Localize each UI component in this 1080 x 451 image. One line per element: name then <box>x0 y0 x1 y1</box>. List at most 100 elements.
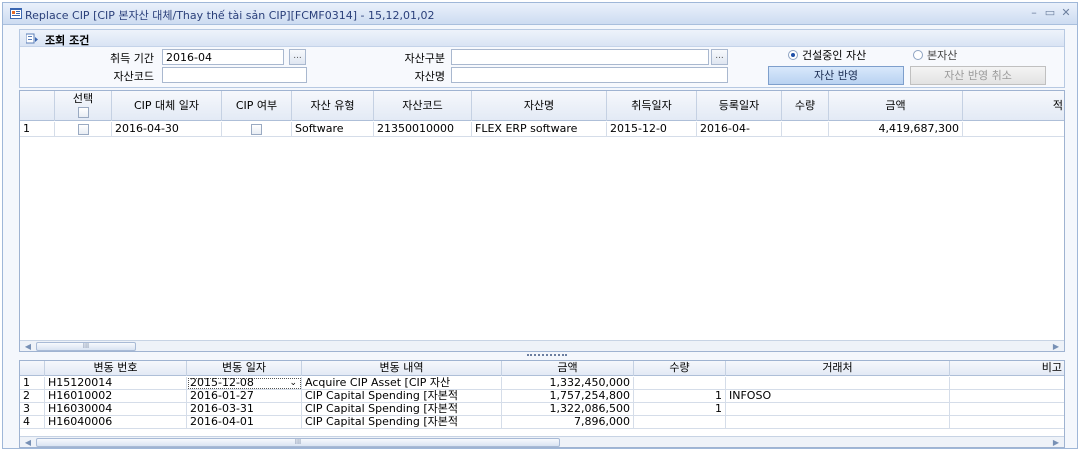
vendor-header[interactable]: 거래처 <box>726 361 950 376</box>
change-date-cell[interactable]: 2016-04-01 <box>187 416 302 429</box>
amount-cell[interactable]: 4,419,687,300 <box>829 122 963 137</box>
note-header[interactable]: 비고 <box>950 361 1064 376</box>
asset-type-field[interactable] <box>451 49 709 65</box>
change-no-cell[interactable]: H16010002 <box>45 390 187 403</box>
amount-header[interactable]: 금액 <box>829 91 963 121</box>
change-desc-cell[interactable]: CIP Capital Spending [자본적 <box>302 390 502 403</box>
close-button[interactable]: ✕ <box>1059 6 1073 20</box>
row-number: 4 <box>20 416 45 429</box>
scroll-left-icon[interactable]: ◀ <box>22 438 34 447</box>
change-qty-cell[interactable]: 1 <box>634 403 726 416</box>
app-icon <box>10 8 22 19</box>
note-cell[interactable] <box>950 403 1064 416</box>
reg-date-cell[interactable]: 2016-04- <box>697 122 782 137</box>
change-desc-cell[interactable]: CIP Capital Spending [자본적 <box>302 416 502 429</box>
table-row[interactable]: 4 H16040006 2016-04-01 CIP Capital Spend… <box>20 416 1064 429</box>
select-all-checkbox[interactable] <box>77 106 89 118</box>
change-amount-cell[interactable]: 7,896,000 <box>502 416 634 429</box>
period-field[interactable]: 2016-04 <box>162 49 284 65</box>
cip-yn-header[interactable]: CIP 여부 <box>222 91 292 121</box>
extra-header[interactable]: 적 <box>963 91 1064 121</box>
vendor-cell[interactable]: INFOSO <box>726 390 950 403</box>
radio-construction-asset[interactable]: 건설중인 자산 <box>788 48 866 62</box>
radio-construction-label: 건설중인 자산 <box>802 49 867 62</box>
change-qty-cell[interactable] <box>634 416 726 429</box>
asset-name-cell[interactable]: FLEX ERP software <box>472 122 607 137</box>
change-date-cell[interactable]: 2015-12-08 ⌄ <box>187 377 302 390</box>
change-amount-header[interactable]: 금액 <box>502 361 634 376</box>
asset-type-label: 자산구분 <box>404 52 445 65</box>
cip-yn-checkbox[interactable] <box>251 123 262 135</box>
app-window: Replace CIP [CIP 본자산 대체/Thay thế tài sản… <box>2 2 1078 449</box>
scroll-right-icon[interactable]: ▶ <box>1050 438 1062 447</box>
change-date-cell[interactable]: 2016-01-27 <box>187 390 302 403</box>
row-select-cell[interactable] <box>55 122 112 137</box>
asset-type-cell[interactable]: Software <box>292 122 374 137</box>
cancel-apply-asset-button[interactable]: 자산 반영 취소 <box>910 66 1046 85</box>
scroll-right-icon[interactable]: ▶ <box>1050 342 1062 351</box>
row-select-checkbox[interactable] <box>77 123 89 135</box>
table-row[interactable]: 1 2016-04-30 Software 21350010000 FLEX E… <box>20 122 1064 137</box>
radio-construction-dot <box>788 50 798 60</box>
acq-date-cell[interactable]: 2015-12-0 <box>607 122 697 137</box>
table-row[interactable]: 3 H16030004 2016-03-31 CIP Capital Spend… <box>20 403 1064 416</box>
reg-date-header[interactable]: 등록일자 <box>697 91 782 121</box>
minimize-button[interactable]: – <box>1027 6 1041 20</box>
asset-name-header[interactable]: 자산명 <box>472 91 607 121</box>
note-cell[interactable] <box>950 377 1064 390</box>
asset-type-lookup-button[interactable]: ... <box>711 49 728 65</box>
change-desc-header[interactable]: 변동 내역 <box>302 361 502 376</box>
row-number: 3 <box>20 403 45 416</box>
asset-grid-scroll-thumb[interactable]: III <box>36 342 136 351</box>
vendor-cell[interactable] <box>726 377 950 390</box>
change-qty-cell[interactable]: 1 <box>634 390 726 403</box>
change-no-cell[interactable]: H15120014 <box>45 377 187 390</box>
cip-date-header[interactable]: CIP 대체 일자 <box>112 91 222 121</box>
radio-main-asset[interactable]: 본자산 <box>913 48 957 62</box>
change-amount-cell[interactable]: 1,332,450,000 <box>502 377 634 390</box>
change-amount-cell[interactable]: 1,322,086,500 <box>502 403 634 416</box>
change-qty-cell[interactable] <box>634 377 726 390</box>
vendor-cell[interactable] <box>726 416 950 429</box>
note-cell[interactable] <box>950 390 1064 403</box>
change-amount-cell[interactable]: 1,757,254,800 <box>502 390 634 403</box>
change-no-header[interactable]: 변동 번호 <box>45 361 187 376</box>
splitter-grip-icon[interactable] <box>527 354 567 358</box>
vendor-cell[interactable] <box>726 403 950 416</box>
asset-grid[interactable]: 선택 CIP 대체 일자 CIP 여부 자산 유형 자산코드 자산명 취득일자 … <box>19 90 1065 352</box>
change-date-header[interactable]: 변동 일자 <box>187 361 302 376</box>
cip-yn-cell[interactable] <box>222 122 292 137</box>
table-row[interactable]: 1 H15120014 2015-12-08 ⌄ Acquire CIP Ass… <box>20 377 1064 390</box>
qty-header[interactable]: 수량 <box>782 91 829 121</box>
change-history-grid[interactable]: 변동 번호 변동 일자 변동 내역 금액 수량 거래처 비고 1 H151200… <box>19 360 1065 448</box>
asset-type-header[interactable]: 자산 유형 <box>292 91 374 121</box>
change-grid-hscrollbar[interactable]: ◀ III ▶ <box>20 436 1064 447</box>
change-desc-cell[interactable]: CIP Capital Spending [자본적 <box>302 403 502 416</box>
acq-date-header[interactable]: 취득일자 <box>607 91 697 121</box>
select-header[interactable]: 선택 <box>55 91 112 121</box>
chevron-down-icon[interactable]: ⌄ <box>289 377 297 389</box>
extra-cell[interactable] <box>963 122 1064 137</box>
change-no-cell[interactable]: H16030004 <box>45 403 187 416</box>
note-cell[interactable] <box>950 416 1064 429</box>
change-no-cell[interactable]: H16040006 <box>45 416 187 429</box>
change-date-value: 2015-12-08 <box>190 377 254 389</box>
restore-button[interactable]: ▭ <box>1043 6 1057 20</box>
change-qty-header[interactable]: 수량 <box>634 361 726 376</box>
asset-grid-hscrollbar[interactable]: ◀ III ▶ <box>20 340 1064 351</box>
qty-cell[interactable] <box>782 122 829 137</box>
asset-name-field[interactable] <box>451 67 728 83</box>
change-date-cell[interactable]: 2016-03-31 <box>187 403 302 416</box>
asset-code-header[interactable]: 자산코드 <box>374 91 472 121</box>
asset-code-cell[interactable]: 21350010000 <box>374 122 472 137</box>
change-grid-scroll-thumb[interactable]: III <box>36 438 560 447</box>
asset-code-field[interactable] <box>162 67 307 83</box>
apply-asset-button[interactable]: 자산 반영 <box>768 66 904 85</box>
period-lookup-button[interactable]: ... <box>289 49 306 65</box>
cip-date-cell[interactable]: 2016-04-30 <box>112 122 222 137</box>
scroll-left-icon[interactable]: ◀ <box>22 342 34 351</box>
table-row[interactable]: 2 H16010002 2016-01-27 CIP Capital Spend… <box>20 390 1064 403</box>
search-conditions-header: 조회 조건 <box>20 30 1064 47</box>
change-desc-cell[interactable]: Acquire CIP Asset [CIP 자산 <box>302 377 502 390</box>
grid-splitter[interactable] <box>19 352 1065 360</box>
